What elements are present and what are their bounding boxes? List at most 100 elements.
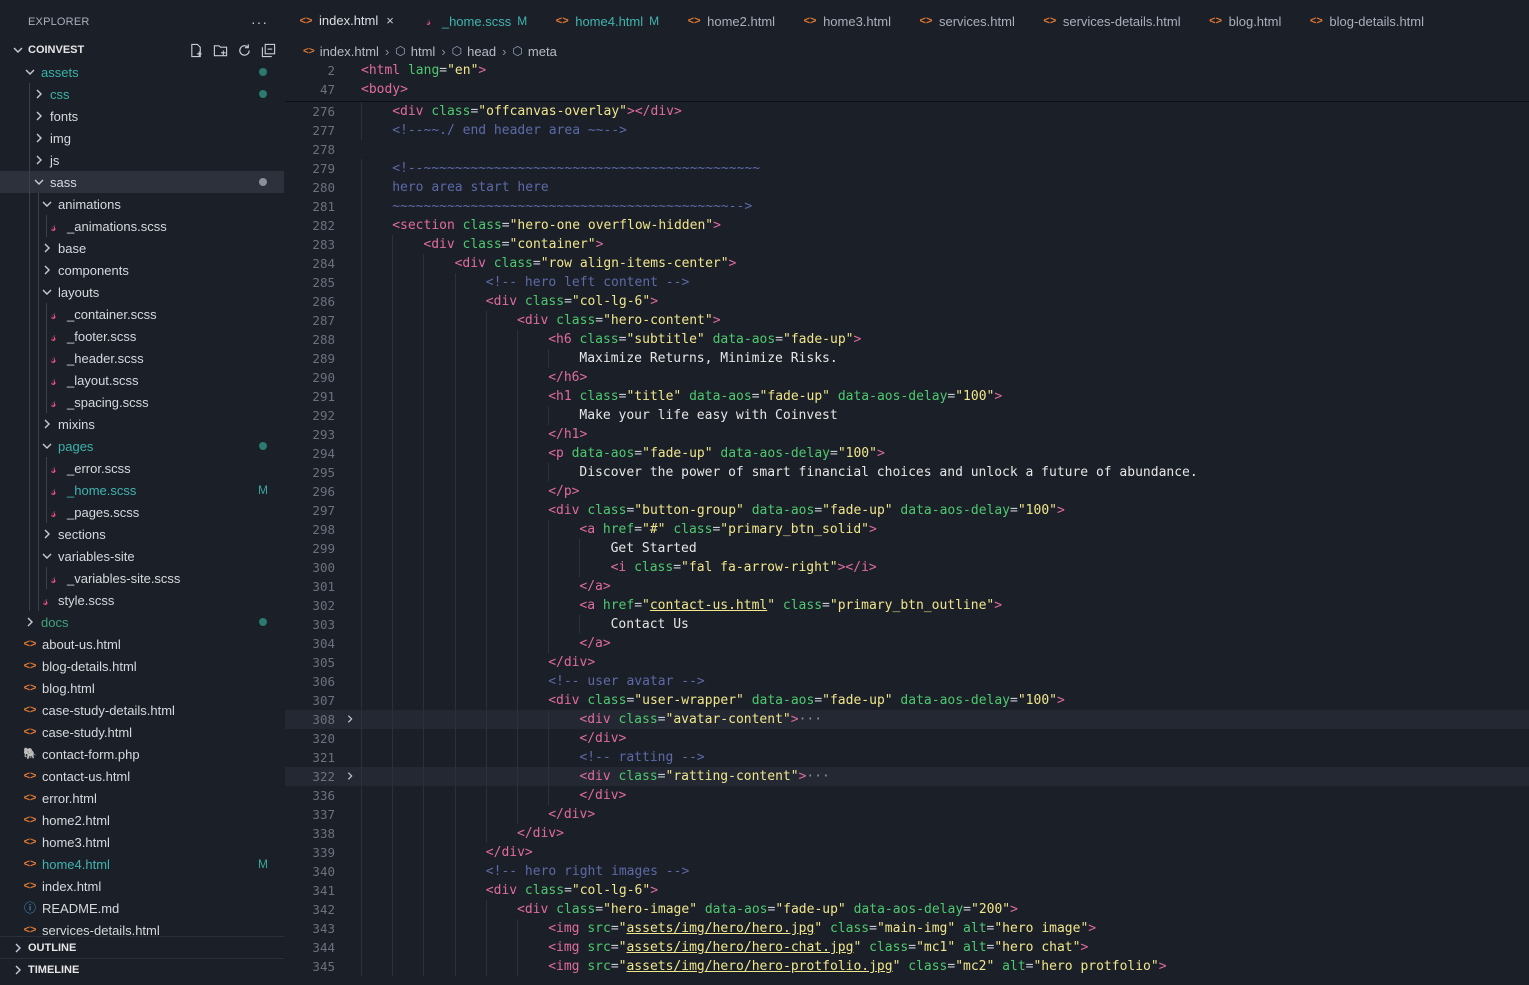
outline-section[interactable]: OUTLINE bbox=[0, 936, 284, 958]
code-line[interactable]: 293 </h1> bbox=[285, 425, 1529, 444]
code-line[interactable]: 303 Contact Us bbox=[285, 615, 1529, 634]
code-line[interactable]: 283 <div class="container"> bbox=[285, 235, 1529, 254]
editor-tab[interactable]: <> blog-details.html bbox=[1295, 0, 1438, 42]
code-line[interactable]: 302 <a href="contact-us.html" class="prim… bbox=[285, 596, 1529, 615]
editor-tab[interactable]: <> services-details.html bbox=[1029, 0, 1195, 42]
code-line[interactable]: 290 </h6> bbox=[285, 368, 1529, 387]
code-line[interactable]: 340 <!-- hero right images --> bbox=[285, 862, 1529, 881]
folder-item[interactable]: fonts bbox=[0, 105, 284, 127]
file-item[interactable]: <> home4.html M bbox=[0, 853, 284, 875]
code-line[interactable]: 300 <i class="fal fa-arrow-right"></i> bbox=[285, 558, 1529, 577]
file-item[interactable]: 𝓈 _animations.scss bbox=[0, 215, 284, 237]
close-icon[interactable]: × bbox=[386, 13, 394, 28]
folder-item[interactable]: variables-site bbox=[0, 545, 284, 567]
file-item[interactable]: <> blog.html bbox=[0, 677, 284, 699]
code-token[interactable]: ··· bbox=[806, 769, 829, 784]
folder-item[interactable]: assets bbox=[0, 61, 284, 83]
file-item[interactable]: <> blog-details.html bbox=[0, 655, 284, 677]
code-line[interactable]: 305 </div> bbox=[285, 653, 1529, 672]
breadcrumb-item[interactable]: index.html bbox=[320, 44, 379, 59]
code-token[interactable]: assets/img/hero/hero-protfolio.jpg bbox=[626, 959, 892, 974]
code-line[interactable]: 339 </div> bbox=[285, 843, 1529, 862]
code-line[interactable]: 297 <div class="button-group" data-aos="f… bbox=[285, 501, 1529, 520]
fold-chevron-icon[interactable] bbox=[345, 771, 355, 781]
editor-tab[interactable]: <> home4.html M bbox=[541, 0, 673, 42]
code-line[interactable]: 295 Discover the power of smart financial… bbox=[285, 463, 1529, 482]
code-line[interactable]: 320 </div> bbox=[285, 729, 1529, 748]
folder-item[interactable]: sections bbox=[0, 523, 284, 545]
folder-item[interactable]: animations bbox=[0, 193, 284, 215]
file-item[interactable]: 𝓈 _home.scss M bbox=[0, 479, 284, 501]
code-line[interactable]: 345 <img src="assets/img/hero/hero-protfo… bbox=[285, 957, 1529, 976]
code-line[interactable]: 286 <div class="col-lg-6"> bbox=[285, 292, 1529, 311]
code-line[interactable]: 337 </div> bbox=[285, 805, 1529, 824]
file-item[interactable]: 𝓈 _spacing.scss bbox=[0, 391, 284, 413]
code-line[interactable]: 299 Get Started bbox=[285, 539, 1529, 558]
code-line[interactable]: 307 <div class="user-wrapper" data-aos="f… bbox=[285, 691, 1529, 710]
editor-tab[interactable]: <> blog.html bbox=[1195, 0, 1296, 42]
code-line[interactable]: 298 <a href="#" class="primary_btn_solid"… bbox=[285, 520, 1529, 539]
breadcrumb-item[interactable]: html bbox=[411, 44, 436, 59]
timeline-section[interactable]: TIMELINE bbox=[0, 958, 284, 980]
code-line[interactable]: 279 <!--~~~~~~~~~~~~~~~~~~~~~~~~~~~~~~~~~… bbox=[285, 159, 1529, 178]
file-item[interactable]: ⓘ README.md bbox=[0, 897, 284, 919]
editor-tab[interactable]: <> home3.html bbox=[789, 0, 905, 42]
code-line[interactable]: 278 bbox=[285, 140, 1529, 159]
folder-item[interactable]: css bbox=[0, 83, 284, 105]
code-line[interactable]: 2 <html lang="en"> bbox=[285, 61, 1529, 80]
file-item[interactable]: <> about-us.html bbox=[0, 633, 284, 655]
editor-tab[interactable]: <> home2.html bbox=[673, 0, 789, 42]
new-file-icon[interactable] bbox=[188, 42, 204, 58]
more-actions-icon[interactable]: ··· bbox=[251, 14, 268, 30]
code-line[interactable]: 301 </a> bbox=[285, 577, 1529, 596]
file-item[interactable]: 𝓈 _variables-site.scss bbox=[0, 567, 284, 589]
code-token[interactable]: assets/img/hero/hero.jpg bbox=[626, 921, 814, 936]
code-line[interactable]: 289 Maximize Returns, Minimize Risks. bbox=[285, 349, 1529, 368]
file-item[interactable]: 𝓈 _error.scss bbox=[0, 457, 284, 479]
file-item[interactable]: 𝓈 _layout.scss bbox=[0, 369, 284, 391]
sticky-scroll[interactable]: 2 <html lang="en"> 47 <body> bbox=[285, 61, 1529, 102]
code-line[interactable]: 285 <!-- hero left content --> bbox=[285, 273, 1529, 292]
code-view[interactable]: 2 <html lang="en"> 47 <body> 276 <div class=… bbox=[285, 61, 1529, 976]
code-line[interactable]: 308 <div class="avatar-content">··· bbox=[285, 710, 1529, 729]
file-item[interactable]: 𝓈 _container.scss bbox=[0, 303, 284, 325]
code-line[interactable]: 287 <div class="hero-content"> bbox=[285, 311, 1529, 330]
code-token[interactable]: assets/img/hero/hero-chat.jpg bbox=[626, 940, 853, 955]
code-line[interactable]: 276 <div class="offcanvas-overlay"></div> bbox=[285, 102, 1529, 121]
breadcrumb-item[interactable]: meta bbox=[528, 44, 557, 59]
folder-item[interactable]: components bbox=[0, 259, 284, 281]
code-line[interactable]: 322 <div class="ratting-content">··· bbox=[285, 767, 1529, 786]
code-line[interactable]: 294 <p data-aos="fade-up" data-aos-delay=… bbox=[285, 444, 1529, 463]
workspace-header[interactable]: COINVEST bbox=[0, 39, 284, 61]
code-token[interactable]: contact-us.html bbox=[650, 598, 767, 613]
code-line[interactable]: 280 hero area start here bbox=[285, 178, 1529, 197]
code-line[interactable]: 321 <!-- ratting --> bbox=[285, 748, 1529, 767]
folder-item[interactable]: pages bbox=[0, 435, 284, 457]
editor-tab[interactable]: 𝓈 _home.scss M bbox=[408, 0, 541, 42]
folder-item[interactable]: img bbox=[0, 127, 284, 149]
collapse-all-icon[interactable] bbox=[260, 42, 276, 58]
folder-item[interactable]: js bbox=[0, 149, 284, 171]
file-item[interactable]: 𝓈 style.scss bbox=[0, 589, 284, 611]
code-line[interactable]: 277 <!--~~./ end header area ~~--> bbox=[285, 121, 1529, 140]
file-item[interactable]: <> index.html bbox=[0, 875, 284, 897]
code-line[interactable]: 344 <img src="assets/img/hero/hero-chat.j… bbox=[285, 938, 1529, 957]
new-folder-icon[interactable] bbox=[212, 42, 228, 58]
editor-tab[interactable]: <> index.html × bbox=[285, 0, 408, 42]
file-item[interactable]: <> error.html bbox=[0, 787, 284, 809]
breadcrumb-item[interactable]: head bbox=[467, 44, 496, 59]
code-line[interactable]: 343 <img src="assets/img/hero/hero.jpg" c… bbox=[285, 919, 1529, 938]
code-line[interactable]: 341 <div class="col-lg-6"> bbox=[285, 881, 1529, 900]
code-line[interactable]: 306 <!-- user avatar --> bbox=[285, 672, 1529, 691]
file-item[interactable]: <> home2.html bbox=[0, 809, 284, 831]
fold-chevron-icon[interactable] bbox=[345, 714, 355, 724]
code-line[interactable]: 338 </div> bbox=[285, 824, 1529, 843]
folder-item[interactable]: mixins bbox=[0, 413, 284, 435]
code-token[interactable]: ··· bbox=[799, 712, 822, 727]
file-item[interactable]: 🐘 contact-form.php bbox=[0, 743, 284, 765]
file-item[interactable]: <> case-study.html bbox=[0, 721, 284, 743]
folder-item[interactable]: sass bbox=[0, 171, 284, 193]
code-line[interactable]: 291 <h1 class="title" data-aos="fade-up" … bbox=[285, 387, 1529, 406]
code-line[interactable]: 336 </div> bbox=[285, 786, 1529, 805]
folder-item[interactable]: layouts bbox=[0, 281, 284, 303]
